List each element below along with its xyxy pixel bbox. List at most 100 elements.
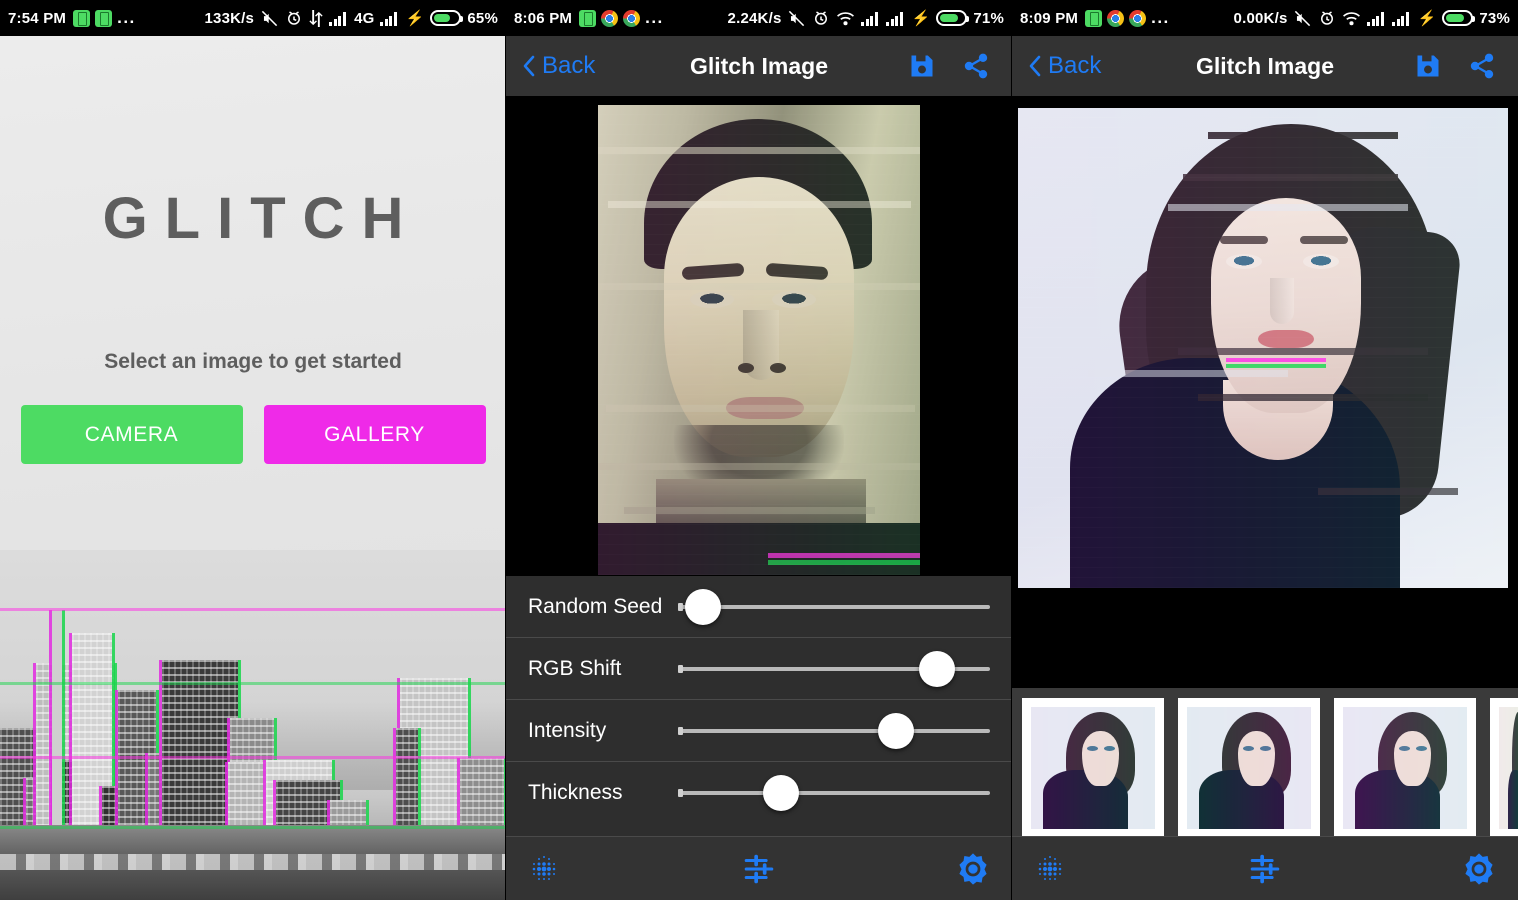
back-button[interactable]: Back <box>1028 52 1101 80</box>
status-overflow-dots: ... <box>1151 8 1170 27</box>
share-icon[interactable] <box>962 52 990 80</box>
random-seed-slider[interactable] <box>678 587 990 627</box>
dither-pattern-icon[interactable] <box>1012 853 1188 885</box>
back-button[interactable]: Back <box>522 52 595 80</box>
slider-thumb[interactable] <box>878 712 915 749</box>
gallery-button[interactable]: GALLERY <box>263 405 486 464</box>
wifi-icon <box>836 11 855 26</box>
slider-thumb[interactable] <box>684 588 721 625</box>
signal-icon <box>1392 11 1411 26</box>
share-icon[interactable] <box>1468 52 1496 80</box>
preset-thumbnail-strip[interactable] <box>1012 688 1518 848</box>
image-preview-stage[interactable] <box>506 96 1012 576</box>
app-bar: Back Glitch Image <box>1012 36 1518 96</box>
tune-sliders-icon[interactable] <box>1188 852 1342 886</box>
phone-panel-editor-adjust: Random Seed RGB Shift Intensity Thicknes… <box>506 0 1012 900</box>
splash-subtitle: Select an image to get started <box>104 350 402 373</box>
slider-label: RGB Shift <box>528 656 622 680</box>
battery-saver-icon <box>73 9 91 27</box>
chrome-icon <box>1129 9 1147 27</box>
app-bar: Back Glitch Image <box>506 36 1012 96</box>
preset-thumbnail[interactable] <box>1334 698 1476 838</box>
status-app-icons <box>1085 9 1147 27</box>
slider-label: Random Seed <box>528 594 663 618</box>
dither-pattern-icon[interactable] <box>506 853 682 885</box>
status-time: 7:54 PM <box>8 9 67 27</box>
battery-icon <box>430 10 464 26</box>
slider-label: Intensity <box>528 718 607 742</box>
mute-icon <box>260 9 279 28</box>
app-title: GLITCH <box>102 186 421 251</box>
glitched-city-photo <box>0 550 506 900</box>
network-speed: 2.24K/s <box>727 9 782 27</box>
chrome-icon <box>623 9 641 27</box>
bottom-toolbar <box>1012 836 1518 900</box>
save-icon[interactable] <box>908 52 936 80</box>
panel-divider <box>1011 0 1012 900</box>
wifi-icon <box>1342 11 1361 26</box>
chrome-icon <box>601 9 619 27</box>
battery-percent: 65% <box>467 9 498 27</box>
image-preview-stage[interactable] <box>1012 96 1518 684</box>
signal-icon <box>1367 11 1386 26</box>
slider-thumb[interactable] <box>918 650 955 687</box>
battery-saver-icon <box>95 9 113 27</box>
adjust-controls: Random Seed RGB Shift Intensity Thicknes… <box>506 576 1012 836</box>
preset-thumbnail[interactable] <box>1022 698 1164 838</box>
rgb-shift-slider[interactable] <box>678 649 990 689</box>
charging-bolt-icon: ⚡ <box>405 9 425 27</box>
battery-saver-icon <box>1085 9 1103 27</box>
brightness-gear-icon[interactable] <box>836 852 1012 886</box>
slider-thumb[interactable] <box>762 775 799 811</box>
preset-thumbnail[interactable] <box>1178 698 1320 838</box>
battery-saver-icon <box>579 9 597 27</box>
battery-icon <box>1442 10 1476 26</box>
preset-thumbnail[interactable] <box>1490 698 1518 838</box>
brightness-gear-icon[interactable] <box>1342 852 1518 886</box>
network-speed: 133K/s <box>204 9 255 27</box>
status-time: 8:09 PM <box>1020 9 1079 27</box>
mute-icon <box>1293 9 1312 28</box>
battery-percent: 71% <box>973 9 1004 27</box>
slider-row[interactable]: Random Seed <box>506 576 1012 638</box>
panel-divider <box>505 0 506 900</box>
charging-bolt-icon: ⚡ <box>1417 9 1437 27</box>
signal-icon <box>861 11 880 26</box>
save-icon[interactable] <box>1414 52 1442 80</box>
intensity-slider[interactable] <box>678 711 990 751</box>
network-type: 4G <box>354 9 375 27</box>
status-bar: 8:06 PM ... 2.24K/s ⚡ 71% <box>506 0 1012 36</box>
camera-button[interactable]: CAMERA <box>20 405 243 464</box>
back-label: Back <box>542 52 596 79</box>
sync-icon <box>309 9 323 27</box>
glitched-portrait-male <box>598 105 920 575</box>
slider-row[interactable]: Intensity <box>506 700 1012 762</box>
status-bar: 7:54 PM ... 133K/s 4G ⚡ 65% <box>0 0 506 36</box>
chrome-icon <box>1107 9 1125 27</box>
battery-icon <box>936 10 970 26</box>
tune-sliders-icon[interactable] <box>682 852 836 886</box>
phone-panel-editor-presets: Back Glitch Image 8:09 PM ... 0.00K/s ⚡ … <box>1012 0 1518 900</box>
alarm-icon <box>1318 9 1336 27</box>
signal-icon <box>886 11 905 26</box>
status-bar: 8:09 PM ... 0.00K/s ⚡ 73% <box>1012 0 1518 36</box>
status-app-icons <box>579 9 641 27</box>
chevron-left-icon <box>1028 54 1042 78</box>
status-time: 8:06 PM <box>514 9 573 27</box>
status-overflow-dots: ... <box>117 8 136 27</box>
chevron-left-icon <box>522 54 536 78</box>
slider-row[interactable]: RGB Shift <box>506 638 1012 700</box>
charging-bolt-icon: ⚡ <box>911 9 931 27</box>
slider-row[interactable]: Thickness <box>506 762 1012 824</box>
status-overflow-dots: ... <box>645 8 664 27</box>
alarm-icon <box>812 9 830 27</box>
glitched-portrait-female <box>1018 108 1508 588</box>
status-app-icons <box>73 9 113 27</box>
alarm-icon <box>285 9 303 27</box>
slider-label: Thickness <box>528 781 623 804</box>
screenshot-root: GLITCH Select an image to get started CA… <box>0 0 1518 900</box>
back-label: Back <box>1048 52 1102 79</box>
phone-panel-splash: GLITCH Select an image to get started CA… <box>0 0 506 900</box>
thickness-slider[interactable] <box>678 773 990 813</box>
signal-icon <box>329 11 348 26</box>
